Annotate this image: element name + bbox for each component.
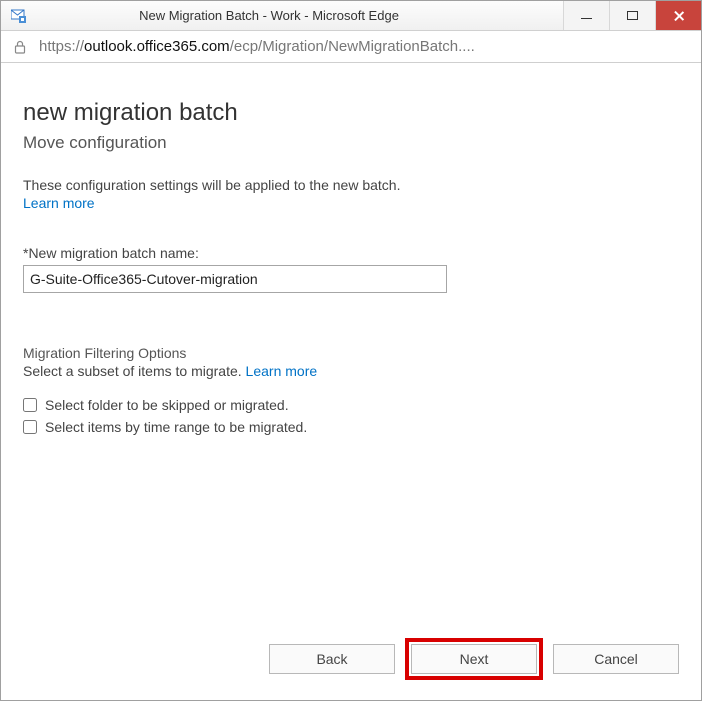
- address-bar[interactable]: https://outlook.office365.com/ecp/Migrat…: [1, 31, 701, 63]
- checkbox-timerange-row[interactable]: Select items by time range to be migrate…: [23, 419, 679, 435]
- batch-name-label: *New migration batch name:: [23, 245, 679, 261]
- url-host: outlook.office365.com: [84, 38, 230, 55]
- url-text: https://outlook.office365.com/ecp/Migrat…: [39, 38, 689, 55]
- checkbox-folder[interactable]: [23, 398, 37, 412]
- minimize-button[interactable]: [563, 1, 609, 30]
- checkbox-timerange-label: Select items by time range to be migrate…: [45, 419, 307, 435]
- url-path: /ecp/Migration/NewMigrationBatch....: [230, 38, 475, 55]
- app-icon: [11, 8, 27, 24]
- checkbox-timerange[interactable]: [23, 420, 37, 434]
- minimize-icon: [581, 18, 592, 20]
- titlebar: New Migration Batch - Work - Microsoft E…: [1, 1, 701, 31]
- filter-sub-text: Select a subset of items to migrate.: [23, 363, 242, 379]
- window-frame: New Migration Batch - Work - Microsoft E…: [0, 0, 702, 701]
- close-button[interactable]: [655, 1, 701, 30]
- window-title: New Migration Batch - Work - Microsoft E…: [0, 8, 563, 23]
- cancel-button[interactable]: Cancel: [553, 644, 679, 674]
- maximize-button[interactable]: [609, 1, 655, 30]
- window-controls: [563, 1, 701, 30]
- filter-section-title: Migration Filtering Options: [23, 345, 679, 361]
- checkbox-folder-row[interactable]: Select folder to be skipped or migrated.: [23, 397, 679, 413]
- filter-learn-more-link[interactable]: Learn more: [246, 363, 318, 379]
- page-description: These configuration settings will be app…: [23, 177, 679, 193]
- maximize-icon: [627, 11, 638, 20]
- filter-section-sub: Select a subset of items to migrate. Lea…: [23, 363, 679, 379]
- page-heading: new migration batch: [23, 99, 679, 127]
- url-protocol: https://: [39, 38, 84, 55]
- batch-name-field: *New migration batch name:: [23, 245, 679, 293]
- checkbox-folder-label: Select folder to be skipped or migrated.: [45, 397, 289, 413]
- next-button[interactable]: Next: [411, 644, 537, 674]
- learn-more-link[interactable]: Learn more: [23, 195, 679, 211]
- lock-icon: [13, 40, 27, 54]
- back-button[interactable]: Back: [269, 644, 395, 674]
- close-icon: [673, 10, 685, 22]
- content-area: new migration batch Move configuration T…: [1, 63, 701, 700]
- page-subheading: Move configuration: [23, 133, 679, 153]
- batch-name-input[interactable]: [23, 265, 447, 293]
- footer-buttons: Back Next Cancel: [23, 644, 679, 674]
